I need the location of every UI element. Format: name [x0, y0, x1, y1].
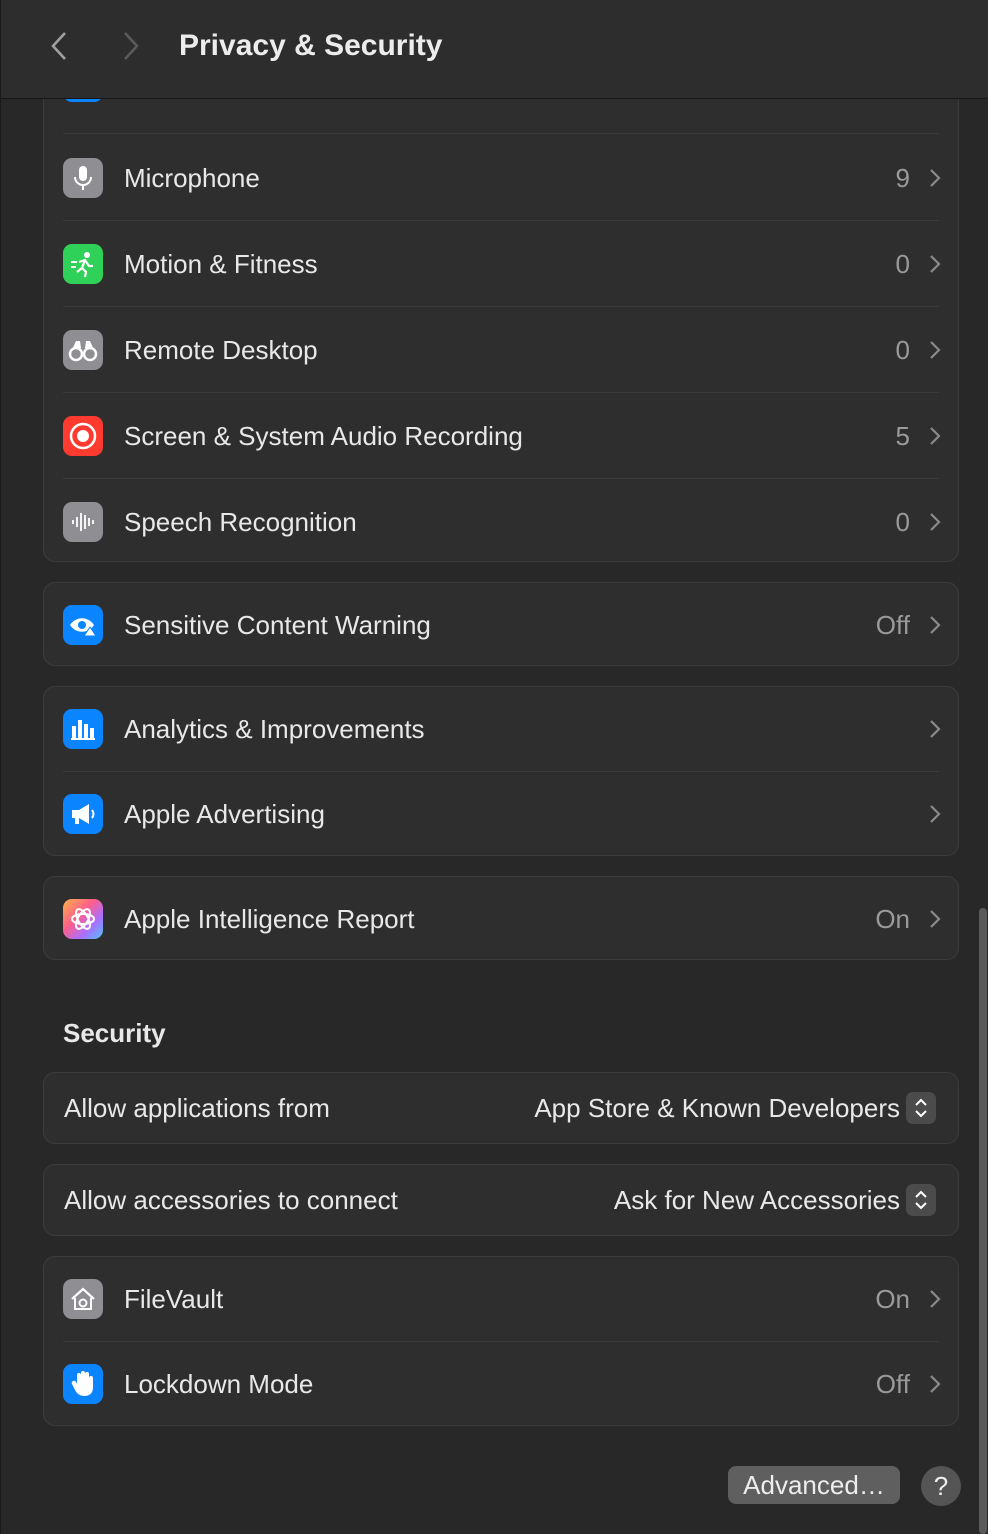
privacy-permissions-group: Microphone 9 Motion & Fitness 0 Remote D…: [43, 40, 959, 562]
row-label: FileVault: [124, 1283, 224, 1314]
apple-intelligence-icon: [63, 899, 103, 939]
up-down-chevron-icon: [915, 1190, 927, 1210]
list-item-sensitive-content-warning[interactable]: Sensitive Content Warning Off: [44, 583, 958, 665]
allow-accessories-select[interactable]: Ask for New Accessories: [614, 1185, 900, 1216]
chevron-right-icon: [930, 720, 941, 738]
help-button[interactable]: ?: [921, 1466, 961, 1506]
list-item-speech-recognition[interactable]: Speech Recognition 0: [44, 479, 958, 561]
record-icon: [63, 416, 103, 456]
fitness-icon: [63, 244, 103, 284]
chevron-right-icon: [930, 169, 941, 187]
eye-warning-icon: [63, 605, 103, 645]
up-down-chevron-icon: [915, 1098, 927, 1118]
toolbar: Privacy & Security: [1, 0, 988, 99]
allow-applications-label: Allow applications from: [64, 1092, 330, 1123]
row-label: Sensitive Content Warning: [124, 609, 431, 640]
forward-button[interactable]: [113, 26, 149, 66]
intelligence-group: Apple Intelligence Report On: [43, 876, 959, 960]
row-count: 9: [895, 162, 910, 193]
allow-applications-row: Allow applications from App Store & Know…: [44, 1073, 958, 1143]
chevron-right-icon: [930, 1290, 941, 1308]
microphone-icon: [63, 158, 103, 198]
row-count: 5: [895, 420, 910, 451]
chevron-right-icon: [930, 1375, 941, 1393]
row-count: 0: [895, 248, 910, 279]
analytics-group: Analytics & Improvements Apple Advertisi…: [43, 686, 959, 856]
scroll-content[interactable]: Microphone 9 Motion & Fitness 0 Remote D…: [1, 0, 988, 1534]
page-title: Privacy & Security: [179, 29, 443, 62]
allow-applications-select[interactable]: App Store & Known Developers: [534, 1093, 900, 1124]
chevron-right-icon: [930, 513, 941, 531]
sensitive-content-group: Sensitive Content Warning Off: [43, 582, 959, 666]
row-label: Screen & System Audio Recording: [124, 420, 523, 451]
row-count: 0: [895, 334, 910, 365]
row-count: 0: [895, 506, 910, 537]
chevron-right-icon: [930, 341, 941, 359]
allow-accessories-row: Allow accessories to connect Ask for New…: [44, 1165, 958, 1235]
chevron-right-icon: [930, 427, 941, 445]
advanced-button[interactable]: Advanced…: [728, 1466, 900, 1504]
row-value: On: [875, 1283, 910, 1314]
row-value: Off: [875, 1368, 910, 1399]
chevron-right-icon: [124, 32, 139, 60]
row-label: Microphone: [124, 162, 260, 193]
row-label: Motion & Fitness: [124, 248, 318, 279]
chevron-right-icon: [930, 616, 941, 634]
list-item-apple-intelligence-report[interactable]: Apple Intelligence Report On: [44, 877, 958, 959]
list-item-lockdown-mode[interactable]: Lockdown Mode Off: [44, 1342, 958, 1425]
row-label: Lockdown Mode: [124, 1368, 314, 1399]
allow-accessories-group: Allow accessories to connect Ask for New…: [43, 1164, 959, 1236]
list-item-microphone[interactable]: Microphone 9: [44, 135, 958, 221]
list-item-filevault[interactable]: FileVault On: [44, 1257, 958, 1341]
chevron-left-icon: [51, 32, 66, 60]
hand-icon: [63, 1364, 103, 1404]
vertical-scrollbar[interactable]: [979, 908, 987, 1534]
row-value: On: [875, 903, 910, 934]
chevron-right-icon: [930, 255, 941, 273]
row-label: Analytics & Improvements: [124, 713, 425, 744]
row-label: Speech Recognition: [124, 506, 357, 537]
binoculars-icon: [63, 330, 103, 370]
bar-chart-icon: [63, 709, 103, 749]
back-button[interactable]: [41, 26, 77, 66]
filevault-house-icon: [63, 1279, 103, 1319]
security-section-title: Security: [63, 1018, 166, 1048]
security-items-group: FileVault On Lockdown Mode Off: [43, 1256, 959, 1426]
list-item-motion-fitness[interactable]: Motion & Fitness 0: [44, 221, 958, 307]
row-label: Apple Intelligence Report: [124, 903, 415, 934]
row-value: Off: [875, 609, 910, 640]
list-item-screen-recording[interactable]: Screen & System Audio Recording 5: [44, 393, 958, 479]
list-item-apple-advertising[interactable]: Apple Advertising: [44, 772, 958, 855]
waveform-icon: [63, 502, 103, 542]
list-item-remote-desktop[interactable]: Remote Desktop 0: [44, 307, 958, 393]
allow-accessories-label: Allow accessories to connect: [64, 1184, 398, 1215]
allow-accessories-stepper[interactable]: [906, 1184, 936, 1216]
settings-window: Microphone 9 Motion & Fitness 0 Remote D…: [0, 0, 988, 1534]
allow-apps-group: Allow applications from App Store & Know…: [43, 1072, 959, 1144]
megaphone-icon: [63, 794, 103, 834]
row-label: Apple Advertising: [124, 798, 325, 829]
allow-applications-stepper[interactable]: [906, 1092, 936, 1124]
chevron-right-icon: [930, 910, 941, 928]
list-item-analytics[interactable]: Analytics & Improvements: [44, 687, 958, 771]
row-label: Remote Desktop: [124, 334, 318, 365]
chevron-right-icon: [930, 805, 941, 823]
